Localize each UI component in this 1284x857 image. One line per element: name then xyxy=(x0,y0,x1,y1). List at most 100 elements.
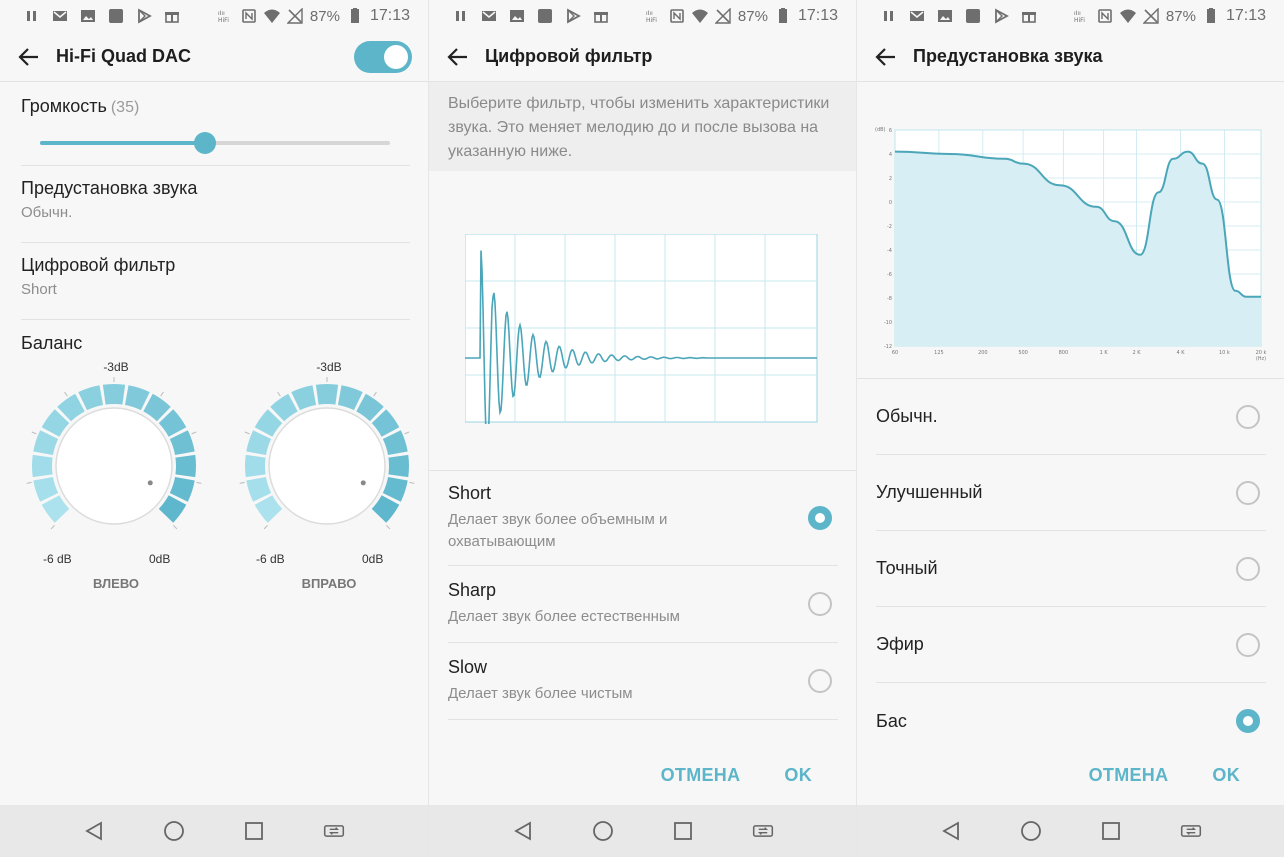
dial-tick xyxy=(404,431,410,435)
svg-text:ıIıı: ıIıı xyxy=(646,10,653,17)
dial-segment xyxy=(254,495,283,523)
digital-filter-item[interactable]: Цифровой фильтр Short xyxy=(21,243,410,320)
ok-button[interactable]: OK xyxy=(784,765,812,786)
radio-button[interactable] xyxy=(1236,404,1260,429)
dial-tick xyxy=(409,481,415,484)
preset-item-live[interactable]: Эфир xyxy=(876,607,1266,683)
eq-x-tick-label: 4 K xyxy=(1176,350,1185,356)
home-nav-icon[interactable] xyxy=(1020,820,1042,842)
image-icon xyxy=(509,8,525,24)
page-title: Предустановка звука xyxy=(913,46,1103,66)
option-subtitle: Делает звук более объемным и охватывающи… xyxy=(448,511,668,550)
eq-y-tick-label: 6 xyxy=(889,128,892,134)
sound-preset-item[interactable]: Предустановка звука Обычн. xyxy=(21,166,410,243)
recents-nav-icon[interactable] xyxy=(1100,820,1122,842)
home-nav-icon[interactable] xyxy=(163,820,185,842)
home-nav-icon[interactable] xyxy=(592,820,614,842)
left-dial-knob[interactable] xyxy=(24,374,204,554)
radio-button[interactable] xyxy=(808,669,832,693)
hifi-icon: ıIıı HiFi xyxy=(1074,8,1090,24)
back-arrow-icon[interactable] xyxy=(445,44,471,70)
impulse-response-svg xyxy=(465,234,818,424)
recents-nav-icon[interactable] xyxy=(243,820,265,842)
toggle-knob xyxy=(384,44,408,69)
dial-max-label: 0dB xyxy=(362,552,384,566)
right-dial-knob[interactable] xyxy=(237,374,417,554)
eq-curve-svg: 6 4 2 0 -2 -4 -6 -8 -10 -12 (dB) 60 125 200 500 800 1 K 2… xyxy=(875,127,1267,362)
radio-button[interactable] xyxy=(1236,556,1260,581)
cancel-button[interactable]: ОТМЕНА xyxy=(1089,765,1169,786)
ok-button[interactable]: OK xyxy=(1212,765,1240,786)
radio-button-selected[interactable] xyxy=(808,506,832,530)
preset-item-normal[interactable]: Обычн. xyxy=(876,379,1266,455)
balance-title: Баланс xyxy=(21,333,83,353)
dial-tick xyxy=(196,481,202,484)
dial-knob-face[interactable] xyxy=(268,407,386,525)
dial-max-label: 0dB xyxy=(149,552,171,566)
no-signal-icon xyxy=(286,8,303,24)
dial-segment xyxy=(158,495,187,523)
dial-tick xyxy=(277,391,281,397)
back-nav-icon[interactable] xyxy=(512,820,534,842)
screen-hifi-dac: ıIıı HiFi 87% 17:13 Hi-Fi Quad DAC Громко… xyxy=(0,0,428,857)
dial-knob-face[interactable] xyxy=(55,407,173,525)
eq-x-tick-label: 200 xyxy=(978,350,988,356)
dial-tick xyxy=(160,391,164,397)
recents-nav-icon[interactable] xyxy=(672,820,694,842)
radio-button[interactable] xyxy=(1236,480,1260,505)
play-store-icon xyxy=(565,8,581,24)
filter-option-short[interactable]: Short Делает звук более объемным и охват… xyxy=(448,471,838,566)
sound-preset-value: Обычн. xyxy=(21,204,73,221)
dial-min-label: -6 dB xyxy=(43,552,72,566)
option-subtitle: Делает звук более естественным xyxy=(448,608,680,625)
dial-segment xyxy=(245,454,266,478)
radio-button-selected[interactable] xyxy=(1236,709,1260,733)
dial-segment xyxy=(41,495,70,523)
hifi-dac-toggle[interactable] xyxy=(354,40,412,73)
dial-name-right: ВПРАВО xyxy=(301,576,357,591)
cancel-button[interactable]: ОТМЕНА xyxy=(661,765,741,786)
radio-button[interactable] xyxy=(808,592,832,616)
app-icon xyxy=(965,8,981,24)
gift-icon xyxy=(1021,8,1037,24)
back-arrow-icon[interactable] xyxy=(16,44,42,70)
option-subtitle: Делает звук более чистым xyxy=(448,685,633,702)
eq-y-tick-label: -4 xyxy=(887,248,892,254)
filter-description: Выберите фильтр, чтобы изменить характер… xyxy=(429,82,856,171)
slider-fill xyxy=(40,141,205,145)
preset-item-enhanced[interactable]: Улучшенный xyxy=(876,455,1266,531)
dial-indicator-dot xyxy=(147,480,153,486)
slider-thumb[interactable] xyxy=(193,132,216,154)
radio-button[interactable] xyxy=(1236,632,1260,657)
wifi-icon xyxy=(1119,8,1136,24)
dual-window-nav-icon[interactable] xyxy=(752,820,774,842)
filter-option-sharp[interactable]: Sharp Делает звук более естественным xyxy=(448,566,838,643)
option-title: Sharp xyxy=(448,580,497,600)
right-balance-dial[interactable]: -3dB -6 dB 0dB ВПРАВО xyxy=(234,354,424,604)
dual-window-nav-icon[interactable] xyxy=(1180,820,1202,842)
dual-window-nav-icon[interactable] xyxy=(323,820,345,842)
dial-tick xyxy=(31,431,37,435)
balance-dials: -3dB -6 dB 0dB ВЛЕВО -3dB -6 dB 0dB ВПРА… xyxy=(21,354,415,614)
app-icon xyxy=(108,8,124,24)
dial-min-label: -6 dB xyxy=(256,552,285,566)
option-title: Slow xyxy=(448,657,488,677)
preset-name: Точный xyxy=(876,558,938,578)
back-arrow-icon[interactable] xyxy=(873,44,899,70)
left-balance-dial[interactable]: -3dB -6 dB 0dB ВЛЕВО xyxy=(21,354,211,604)
back-nav-icon[interactable] xyxy=(83,820,105,842)
preset-item-detailed[interactable]: Точный xyxy=(876,531,1266,607)
filter-options: Short Делает звук более объемным и охват… xyxy=(429,471,856,720)
dial-segment xyxy=(31,454,53,478)
battery-percent: 87% xyxy=(1165,7,1196,25)
dial-tick xyxy=(173,525,178,530)
preset-item-bass[interactable]: Бас xyxy=(876,683,1266,759)
gmail-icon xyxy=(481,8,497,24)
back-nav-icon[interactable] xyxy=(940,820,962,842)
dial-tick xyxy=(263,525,268,530)
filter-option-slow[interactable]: Slow Делает звук более чистым xyxy=(448,643,838,720)
dialog-actions: ОТМЕНА OK xyxy=(857,749,1284,801)
volume-slider[interactable] xyxy=(40,131,390,155)
clock: 17:13 xyxy=(1225,7,1266,24)
dial-tick xyxy=(373,391,377,397)
